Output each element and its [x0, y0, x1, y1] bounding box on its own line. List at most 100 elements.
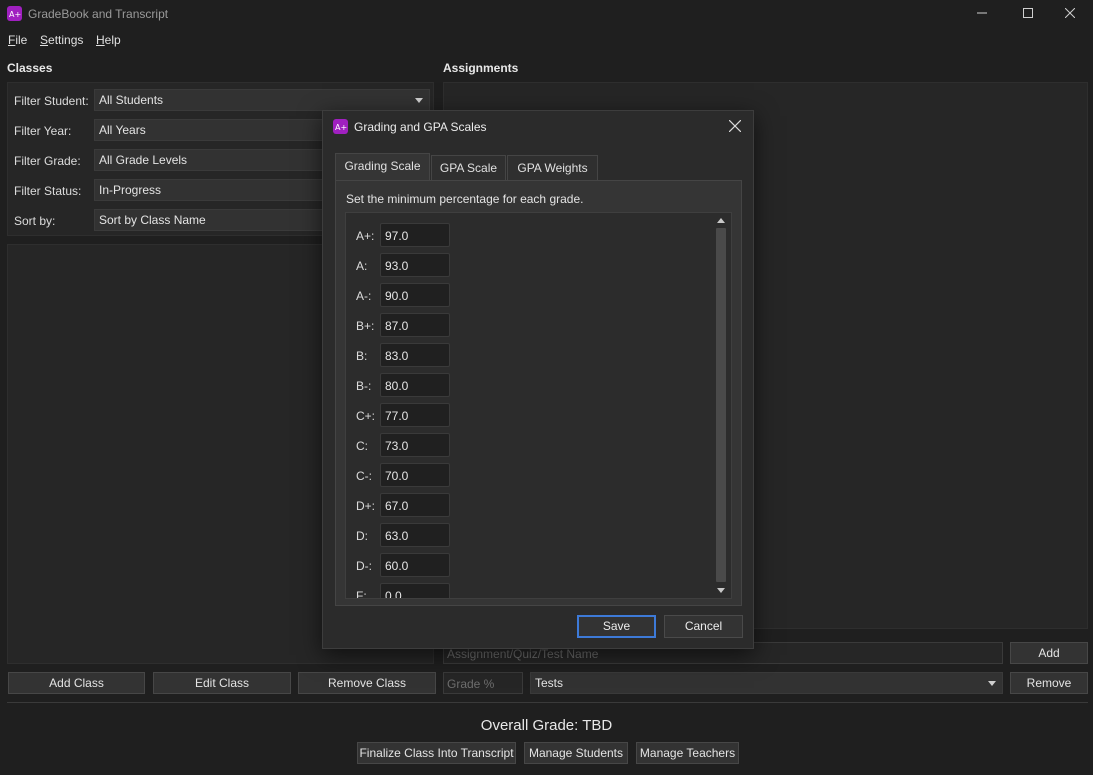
remove-class-button[interactable]: Remove Class: [298, 672, 436, 694]
grade-b-minus-input[interactable]: 80.0: [380, 373, 450, 397]
grade-row: B-: 80.0: [346, 373, 716, 397]
grade-a-plus-input[interactable]: 97.0: [380, 223, 450, 247]
menu-bar: File Settings Help: [0, 30, 1093, 50]
grading-scales-dialog: A+ Grading and GPA Scales Grading Scale …: [322, 110, 754, 649]
window-titlebar: A+ GradeBook and Transcript: [0, 0, 1093, 28]
grade-d-input[interactable]: 63.0: [380, 523, 450, 547]
dialog-titlebar: A+ Grading and GPA Scales: [323, 111, 753, 141]
window-close-button[interactable]: [1047, 0, 1093, 28]
scroll-up-icon[interactable]: [717, 218, 725, 223]
menu-settings[interactable]: Settings: [40, 33, 83, 47]
filter-year-label: Filter Year:: [14, 124, 72, 138]
grade-row: D: 63.0: [346, 523, 716, 547]
sort-by-value: Sort by Class Name: [99, 213, 206, 227]
overall-grade: Overall Grade: TBD: [480, 717, 613, 734]
vertical-scrollbar[interactable]: [715, 214, 727, 597]
tab-gpa-scale[interactable]: GPA Scale: [431, 155, 506, 180]
grade-percent-input[interactable]: Grade %: [443, 672, 523, 694]
chevron-down-icon: [988, 681, 996, 686]
tab-gpa-weights[interactable]: GPA Weights: [507, 155, 598, 180]
close-icon: [1065, 8, 1075, 18]
sort-by-label: Sort by:: [14, 214, 56, 228]
filter-grade-label: Filter Grade:: [14, 154, 81, 168]
grade-f-input[interactable]: 0.0: [380, 583, 450, 598]
window-title: GradeBook and Transcript: [28, 7, 169, 21]
grade-a-minus-input[interactable]: 90.0: [380, 283, 450, 307]
edit-class-button[interactable]: Edit Class: [153, 672, 291, 694]
scrollbar-thumb[interactable]: [716, 228, 726, 582]
grade-row: C-: 70.0: [346, 463, 716, 487]
app-icon: A+: [333, 119, 348, 134]
dialog-title: Grading and GPA Scales: [354, 120, 487, 134]
manage-students-button[interactable]: Manage Students: [524, 742, 628, 764]
grade-label: C-:: [356, 469, 372, 483]
grade-label: F:: [356, 589, 367, 599]
filter-status-value: In-Progress: [99, 183, 162, 197]
grade-label: B-:: [356, 379, 372, 393]
grade-b-plus-input[interactable]: 87.0: [380, 313, 450, 337]
save-button[interactable]: Save: [577, 615, 656, 638]
grade-label: B:: [356, 349, 368, 363]
grade-label: C+:: [356, 409, 376, 423]
classes-heading: Classes: [7, 61, 53, 75]
grade-row: C: 73.0: [346, 433, 716, 457]
scroll-down-icon[interactable]: [717, 588, 725, 593]
grade-d-minus-input[interactable]: 60.0: [380, 553, 450, 577]
add-assignment-button[interactable]: Add: [1010, 642, 1088, 664]
svg-text:A+: A+: [335, 123, 347, 132]
grade-row: A-: 90.0: [346, 283, 716, 307]
grade-row: A: 93.0: [346, 253, 716, 277]
filter-student-label: Filter Student:: [14, 94, 89, 108]
grade-row: C+: 77.0: [346, 403, 716, 427]
grade-label: D-:: [356, 559, 372, 573]
grade-a-input[interactable]: 93.0: [380, 253, 450, 277]
grading-scale-pane: Set the minimum percentage for each grad…: [335, 180, 742, 606]
grade-row: B: 83.0: [346, 343, 716, 367]
grade-row: D+: 67.0: [346, 493, 716, 517]
assignments-heading: Assignments: [443, 61, 519, 75]
close-icon: [729, 120, 741, 132]
maximize-icon: [1023, 8, 1033, 18]
grade-label: D+:: [356, 499, 376, 513]
footer-divider: [7, 702, 1088, 703]
tab-grading-scale[interactable]: Grading Scale: [335, 153, 430, 180]
minimize-button[interactable]: [959, 0, 1005, 28]
grade-c-plus-input[interactable]: 77.0: [380, 403, 450, 427]
manage-teachers-button[interactable]: Manage Teachers: [636, 742, 739, 764]
grade-label: A+:: [356, 229, 375, 243]
filter-grade-value: All Grade Levels: [99, 153, 188, 167]
grade-label: B+:: [356, 319, 375, 333]
grade-scroll-area[interactable]: A+: 97.0 A: 93.0 A-: 90.0 B+: 87.0 B: 83…: [345, 212, 732, 599]
assignment-category-select[interactable]: Tests: [530, 672, 1003, 694]
svg-text:A+: A+: [9, 10, 21, 19]
menu-file[interactable]: File: [8, 33, 27, 47]
filter-year-value: All Years: [99, 123, 146, 137]
filter-student-value: All Students: [99, 93, 164, 107]
grade-b-input[interactable]: 83.0: [380, 343, 450, 367]
grade-label: A-:: [356, 289, 372, 303]
remove-assignment-button[interactable]: Remove: [1010, 672, 1088, 694]
finalize-class-button[interactable]: Finalize Class Into Transcript: [357, 742, 516, 764]
grade-label: A:: [356, 259, 368, 273]
grading-scale-hint: Set the minimum percentage for each grad…: [346, 192, 584, 206]
minimize-icon: [977, 12, 987, 14]
app-icon: A+: [7, 6, 22, 21]
grade-row: B+: 87.0: [346, 313, 716, 337]
menu-help[interactable]: Help: [96, 33, 121, 47]
grade-row: F: 0.0: [346, 583, 716, 599]
grade-c-minus-input[interactable]: 70.0: [380, 463, 450, 487]
filter-student-select[interactable]: All Students: [94, 89, 430, 111]
maximize-button[interactable]: [1005, 0, 1051, 28]
grade-c-input[interactable]: 73.0: [380, 433, 450, 457]
filter-status-label: Filter Status:: [14, 184, 82, 198]
dialog-close-button[interactable]: [719, 111, 753, 141]
grade-d-plus-input[interactable]: 67.0: [380, 493, 450, 517]
grade-label: D:: [356, 529, 368, 543]
add-class-button[interactable]: Add Class: [8, 672, 145, 694]
grade-row: D-: 60.0: [346, 553, 716, 577]
cancel-button[interactable]: Cancel: [664, 615, 743, 638]
assignment-category-value: Tests: [535, 676, 564, 690]
grade-label: C:: [356, 439, 368, 453]
grade-row: A+: 97.0: [346, 223, 716, 247]
chevron-down-icon: [415, 98, 423, 103]
